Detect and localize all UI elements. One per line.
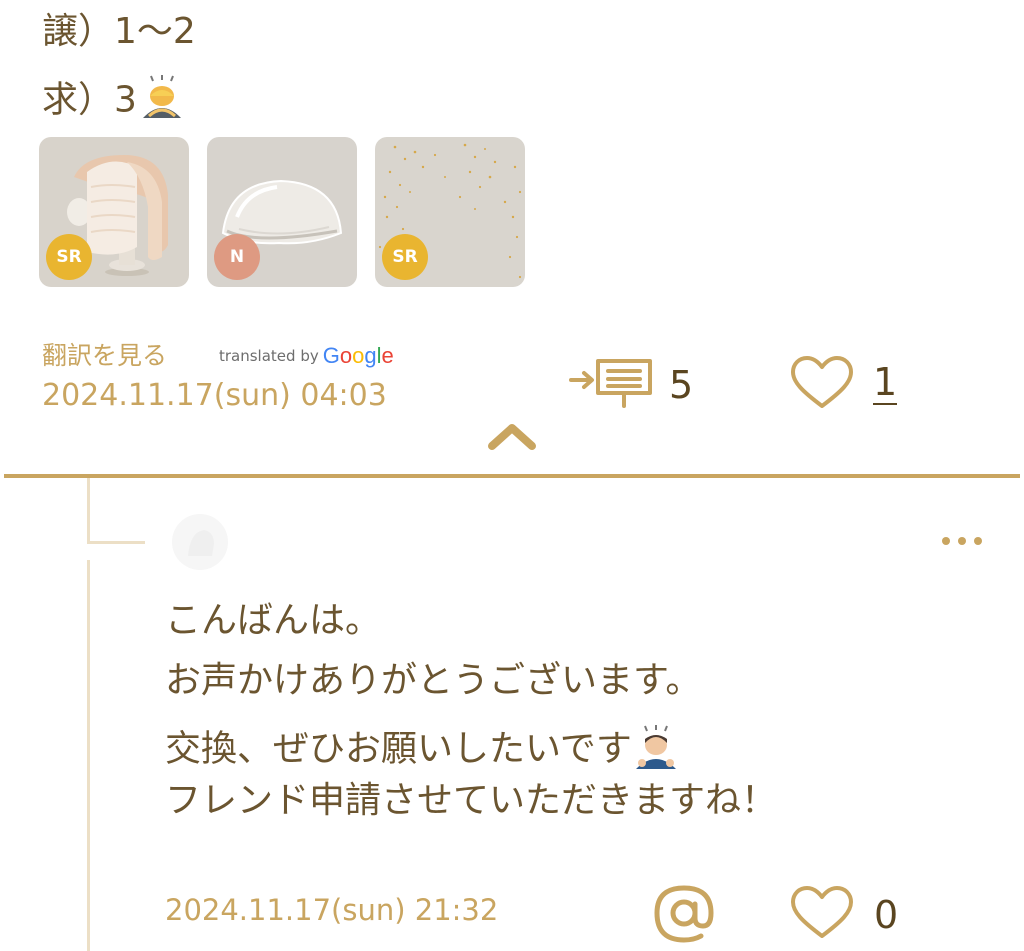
reply-count: 5 xyxy=(669,363,694,407)
rarity-badge: N xyxy=(214,234,260,280)
rarity-badge: SR xyxy=(382,234,428,280)
more-options-icon[interactable] xyxy=(942,537,982,545)
translate-link[interactable]: 翻訳を見る xyxy=(42,336,167,372)
post-timestamp: 2024.11.17(sun) 04:03 xyxy=(42,378,387,413)
bowing-person-icon xyxy=(632,723,680,778)
reply-line: こんばんは。 xyxy=(165,600,382,641)
reply-icon[interactable] xyxy=(568,356,658,416)
heart-icon[interactable] xyxy=(790,355,854,415)
reply-timestamp: 2024.11.17(sun) 21:32 xyxy=(165,893,499,927)
reply-line: お声かけありがとうございます。 xyxy=(165,660,702,701)
item-list: SR N SR xyxy=(39,137,525,287)
google-logo: Google xyxy=(322,343,394,368)
thread-line xyxy=(87,541,145,544)
translated-by-google: translated by Google xyxy=(219,343,394,368)
post-line-want: 求）3 xyxy=(42,74,187,129)
bowing-person-icon xyxy=(137,74,187,129)
like-count[interactable]: 0 xyxy=(874,893,898,937)
avatar[interactable] xyxy=(170,512,230,572)
heart-icon[interactable] xyxy=(790,885,854,945)
post-line-give: 譲）1～2 xyxy=(42,11,196,52)
item-card[interactable]: SR xyxy=(375,137,525,287)
thread-line xyxy=(87,478,90,544)
rarity-badge: SR xyxy=(46,234,92,280)
reply-line: 交換、ぜひお願いしたいです xyxy=(165,723,680,778)
item-card[interactable]: SR xyxy=(39,137,189,287)
mention-icon[interactable] xyxy=(653,882,715,948)
thread-line xyxy=(87,560,90,951)
item-card[interactable]: N xyxy=(207,137,357,287)
reply-line: フレンド申請させていただきますね！ xyxy=(165,780,778,821)
like-count[interactable]: 1 xyxy=(873,362,898,405)
divider xyxy=(4,474,1020,478)
collapse-chevron-icon[interactable] xyxy=(486,420,538,456)
